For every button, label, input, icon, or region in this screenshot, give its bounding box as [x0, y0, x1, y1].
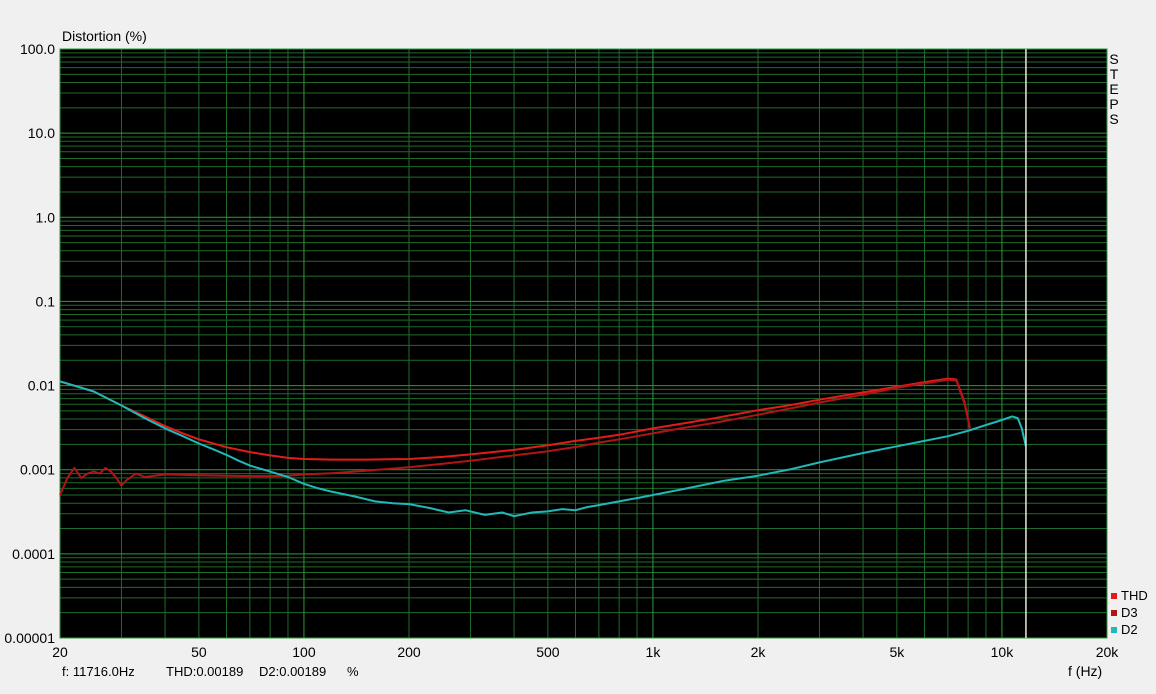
steps-letter: S [1109, 111, 1118, 127]
x-tick-label: 20 [52, 644, 68, 660]
legend-swatch-d2 [1111, 627, 1117, 633]
legend-label-thd: THD [1121, 588, 1148, 603]
y-tick-label: 1.0 [36, 209, 56, 225]
y-tick-label: 0.0001 [12, 546, 55, 562]
x-tick-label: 2k [751, 644, 767, 660]
y-tick-label: 0.01 [28, 378, 55, 394]
status-d2: D2:0.00189 [259, 664, 326, 679]
x-tick-label: 5k [889, 644, 905, 660]
legend-label-d3: D3 [1121, 605, 1138, 620]
steps-letter: P [1109, 96, 1118, 112]
y-tick-label: 10.0 [28, 125, 55, 141]
y-tick-label: 0.1 [36, 293, 56, 309]
status-bar: f: 11716.0Hz THD:0.00189 D2:0.00189 % [62, 664, 359, 679]
legend-label-d2: D2 [1121, 622, 1138, 637]
legend-swatch-thd [1111, 593, 1117, 599]
y-tick-label: 100.0 [20, 41, 55, 57]
y-tick-label: 0.00001 [4, 630, 55, 646]
status-unit: % [347, 664, 359, 679]
x-tick-label: 50 [191, 644, 207, 660]
status-frequency: f: 11716.0Hz [62, 664, 135, 679]
distortion-chart: Distortion (%) 100.0 10.0 1.0 0.1 0.01 0.001 0… [0, 0, 1156, 694]
y-tick-label: 0.001 [20, 462, 55, 478]
x-tick-label: 1k [646, 644, 662, 660]
steps-letter: E [1109, 81, 1118, 97]
steps-letter: S [1109, 51, 1118, 67]
steps-letter: T [1110, 66, 1119, 82]
status-thd: THD:0.00189 [166, 664, 243, 679]
x-tick-label: 10k [991, 644, 1015, 660]
x-tick-label: 200 [397, 644, 421, 660]
y-axis-label: Distortion (%) [62, 28, 147, 44]
x-tick-label: 500 [536, 644, 560, 660]
x-axis-label: f (Hz) [1068, 663, 1102, 679]
legend-swatch-d3 [1111, 610, 1117, 616]
steps-side-label[interactable]: STEPS [1109, 51, 1118, 127]
x-tick-label: 100 [292, 644, 316, 660]
x-tick-label: 20k [1096, 644, 1120, 660]
